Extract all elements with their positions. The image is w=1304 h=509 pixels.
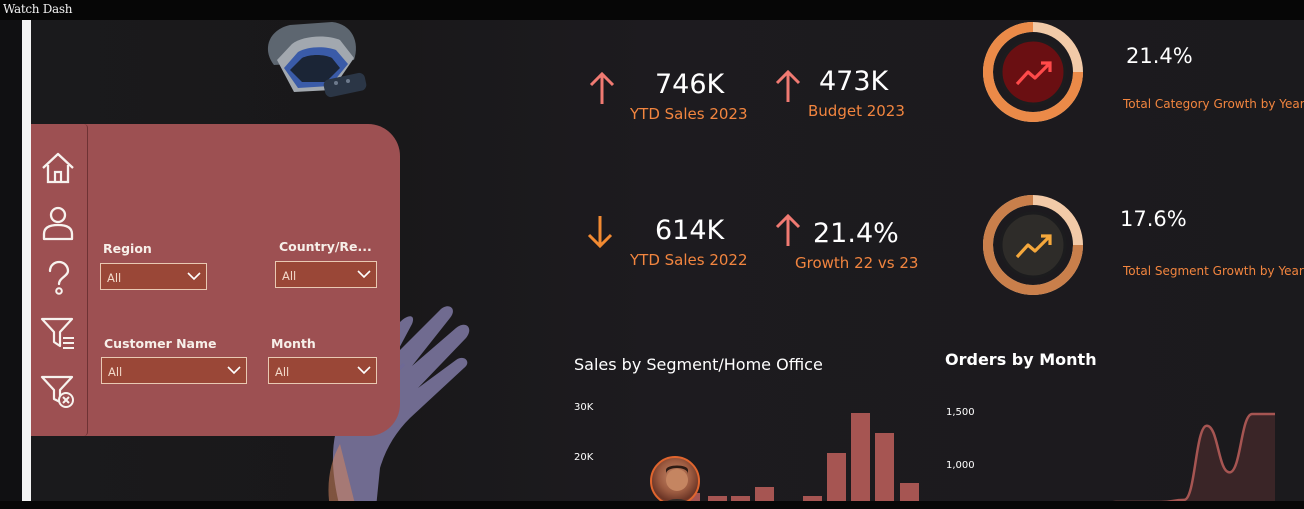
arrow-up-icon bbox=[589, 71, 615, 104]
customer-value: All bbox=[108, 365, 123, 379]
segment-growth-value: 17.6% bbox=[1120, 207, 1187, 231]
filter-icon[interactable] bbox=[39, 314, 77, 352]
page-margin bbox=[0, 20, 22, 501]
budget-2023-label: Budget 2023 bbox=[808, 102, 905, 120]
segment-growth-ring bbox=[983, 195, 1083, 295]
category-growth-value: 21.4% bbox=[1126, 44, 1193, 68]
chevron-down-icon bbox=[357, 366, 371, 375]
customer-label: Customer Name bbox=[104, 336, 217, 351]
window-title-bar: Watch Dash bbox=[0, 0, 1304, 20]
report-canvas: Region All Country/Re... All Customer Na… bbox=[0, 20, 1304, 501]
help-icon[interactable] bbox=[39, 259, 77, 297]
filter-panel: Region All Country/Re... All Customer Na… bbox=[31, 124, 400, 436]
budget-2023-value: 473K bbox=[819, 66, 889, 97]
chevron-down-icon bbox=[187, 272, 201, 281]
home-icon[interactable] bbox=[39, 149, 77, 187]
category-growth-label: Total Category Growth by Year bbox=[1123, 97, 1304, 111]
customer-dropdown[interactable]: All bbox=[101, 357, 247, 384]
growth-value: 21.4% bbox=[813, 218, 899, 249]
user-icon[interactable] bbox=[39, 204, 77, 242]
bar[interactable] bbox=[900, 483, 919, 501]
orders-area-svg bbox=[1025, 412, 1276, 501]
y-tick-label: 20K bbox=[574, 452, 594, 463]
orders-area-chart[interactable]: 1,5001,000500 bbox=[940, 380, 1290, 501]
segment-chart-title: Sales by Segment/Home Office bbox=[574, 355, 823, 374]
watch-image bbox=[267, 22, 367, 98]
clear-filter-icon[interactable] bbox=[39, 372, 77, 410]
segment-bar-chart[interactable]: 30K20K10K bbox=[570, 380, 919, 501]
orders-chart-title: Orders by Month bbox=[945, 350, 1097, 369]
growth-label: Growth 22 vs 23 bbox=[795, 254, 919, 272]
bar[interactable] bbox=[827, 453, 846, 501]
arrow-down-icon bbox=[587, 216, 613, 249]
bar[interactable] bbox=[851, 413, 870, 501]
window-title: Watch Dash bbox=[3, 2, 73, 16]
bar[interactable] bbox=[755, 487, 774, 501]
arrow-up-icon bbox=[775, 69, 801, 102]
scroll-rail[interactable] bbox=[22, 20, 31, 501]
y-tick-label: 30K bbox=[574, 402, 594, 413]
bottom-strip bbox=[0, 501, 1304, 509]
chevron-down-icon bbox=[227, 366, 241, 375]
month-label: Month bbox=[271, 336, 316, 351]
ytd-2023-label: YTD Sales 2023 bbox=[630, 105, 748, 123]
month-value: All bbox=[275, 365, 290, 379]
chevron-down-icon bbox=[357, 270, 371, 279]
region-value: All bbox=[107, 271, 122, 285]
region-label: Region bbox=[103, 241, 152, 256]
country-value: All bbox=[282, 269, 297, 283]
bar[interactable] bbox=[875, 433, 894, 501]
ytd-2022-value: 614K bbox=[655, 215, 725, 246]
country-dropdown[interactable]: All bbox=[275, 261, 377, 288]
ytd-2023-value: 746K bbox=[655, 69, 725, 100]
segment-growth-label: Total Segment Growth by Year bbox=[1123, 264, 1304, 278]
country-label: Country/Re... bbox=[279, 239, 372, 254]
arrow-up-icon bbox=[775, 213, 801, 246]
ytd-2022-label: YTD Sales 2022 bbox=[630, 251, 748, 269]
month-dropdown[interactable]: All bbox=[268, 357, 377, 384]
category-growth-ring bbox=[983, 22, 1083, 122]
region-dropdown[interactable]: All bbox=[100, 263, 207, 290]
navigation-rail bbox=[31, 124, 88, 436]
avatar bbox=[650, 456, 700, 506]
